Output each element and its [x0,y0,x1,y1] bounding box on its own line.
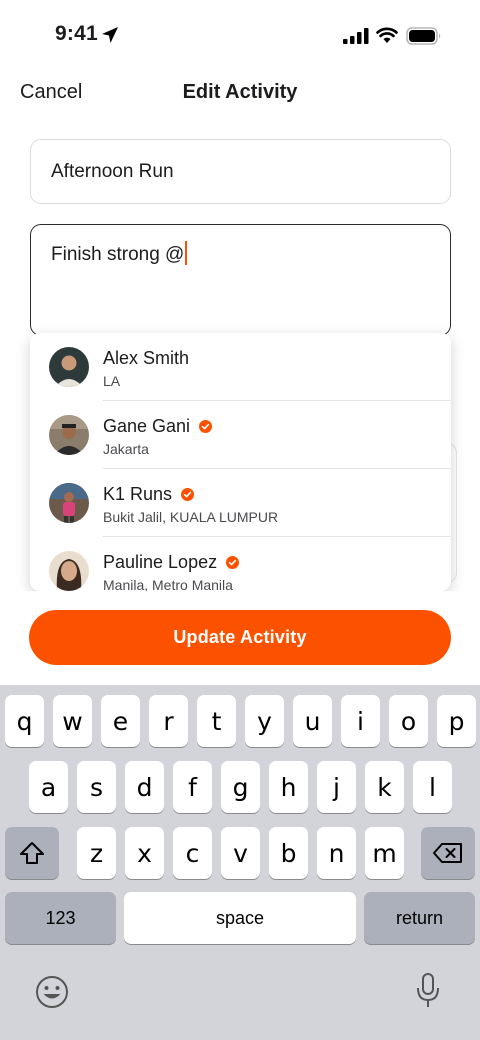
mention-item-k1-runs[interactable]: K1 Runs Bukit Jalil, KUALA LUMPUR [30,469,451,537]
verified-badge-icon [226,556,240,569]
activity-title-input[interactable]: Afternoon Run [30,139,451,204]
key-l[interactable]: l [413,761,452,813]
cellular-signal-icon [343,28,369,44]
battery-icon [406,27,441,45]
key-g[interactable]: g [221,761,260,813]
avatar [49,347,89,387]
key-s[interactable]: s [77,761,116,813]
key-x[interactable]: x [125,827,164,879]
shift-key[interactable] [5,827,59,879]
mention-location: Manila, Metro Manila [103,577,233,591]
microphone-icon[interactable] [414,972,442,1010]
key-u[interactable]: u [293,695,332,747]
key-a[interactable]: a [29,761,68,813]
emoji-icon[interactable] [34,974,70,1010]
mention-name: Alex Smith [103,348,190,368]
key-k[interactable]: k [365,761,404,813]
mention-name: Gane Gani [103,416,213,437]
location-arrow-icon [102,27,118,43]
cancel-button[interactable]: Cancel [20,81,82,104]
description-text: Finish strong @ [51,244,185,265]
key-d[interactable]: d [125,761,164,813]
key-v[interactable]: v [221,827,260,879]
key-c[interactable]: c [173,827,212,879]
key-n[interactable]: n [317,827,356,879]
key-w[interactable]: w [53,695,92,747]
shift-icon [20,842,44,864]
key-h[interactable]: h [269,761,308,813]
activity-description-input[interactable]: Finish strong @ [30,224,451,336]
mention-name: Pauline Lopez [103,552,240,573]
key-i[interactable]: i [341,695,380,747]
key-y[interactable]: y [245,695,284,747]
key-r[interactable]: r [149,695,188,747]
wifi-icon [376,27,398,43]
key-p[interactable]: p [437,695,476,747]
space-key[interactable]: space [124,892,356,944]
avatar [49,483,89,523]
mention-location: LA [103,373,121,389]
key-e[interactable]: e [101,695,140,747]
mention-location: Bukit Jalil, KUALA LUMPUR [103,509,279,525]
mention-location: Jakarta [103,441,149,457]
mention-suggestions: Alex Smith LA Gane Gani Jakarta K1 Runs … [30,333,451,591]
avatar [49,551,89,591]
keyboard: q w e r t y u i o p a s d f g h j k l z … [0,685,480,1040]
avatar [49,415,89,455]
return-key[interactable]: return [364,892,475,944]
status-time: 9:41 [55,22,98,45]
key-o[interactable]: o [389,695,428,747]
mention-item-pauline-lopez[interactable]: Pauline Lopez Manila, Metro Manila [30,537,451,591]
key-q[interactable]: q [5,695,44,747]
mention-item-gane-gani[interactable]: Gane Gani Jakarta [30,401,451,469]
verified-badge-icon [181,488,195,501]
key-j[interactable]: j [317,761,356,813]
text-caret [185,241,188,265]
key-f[interactable]: f [173,761,212,813]
numbers-key[interactable]: 123 [5,892,116,944]
mention-item-alex-smith[interactable]: Alex Smith LA [30,333,451,401]
mention-name: K1 Runs [103,484,195,505]
delete-icon [433,843,462,863]
key-t[interactable]: t [197,695,236,747]
key-b[interactable]: b [269,827,308,879]
key-m[interactable]: m [365,827,404,879]
update-activity-button[interactable]: Update Activity [29,610,451,665]
key-z[interactable]: z [77,827,116,879]
verified-badge-icon [199,420,213,433]
status-bar: 9:41 [0,0,480,70]
delete-key[interactable] [421,827,475,879]
